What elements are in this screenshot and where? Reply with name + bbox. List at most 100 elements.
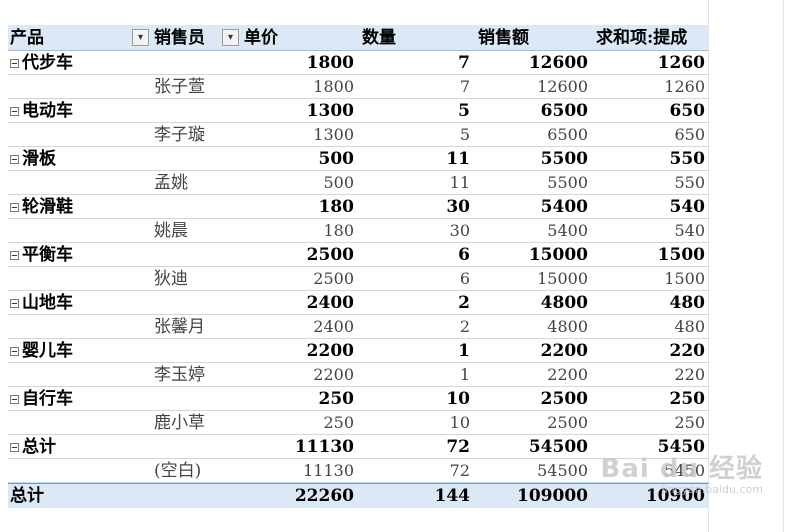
baidu-watermark: Bai du 经验 jingyan.baidu.com bbox=[601, 448, 764, 496]
header-sales[interactable]: 销售额 bbox=[478, 25, 558, 51]
product-name: 电动车 bbox=[22, 101, 73, 121]
qty-cell: 6 bbox=[459, 269, 470, 288]
seller-detail-row[interactable]: 孟姚 500 11 5500 550 bbox=[8, 171, 709, 195]
qty-cell: 30 bbox=[449, 221, 470, 240]
sales-cell: 5500 bbox=[540, 149, 588, 169]
header-qty[interactable]: 数量 bbox=[362, 25, 422, 51]
collapse-icon[interactable] bbox=[10, 443, 19, 452]
price-cell: 2500 bbox=[306, 245, 354, 265]
product-cell[interactable]: 自行车 bbox=[10, 387, 160, 411]
sales-cell: 15000 bbox=[528, 245, 588, 265]
collapse-icon[interactable] bbox=[10, 59, 19, 68]
product-group-row[interactable]: 自行车 250 10 2500 250 bbox=[8, 387, 709, 411]
collapse-icon[interactable] bbox=[10, 107, 19, 116]
seller-detail-row[interactable]: 李玉婷 2200 1 2200 220 bbox=[8, 363, 709, 387]
collapse-icon[interactable] bbox=[10, 347, 19, 356]
commission-cell: 1260 bbox=[664, 77, 705, 96]
qty-cell: 5 bbox=[459, 125, 470, 144]
sales-cell: 5400 bbox=[547, 221, 588, 240]
seller-cell: 孟姚 bbox=[154, 173, 188, 193]
sales-cell: 12600 bbox=[537, 77, 588, 96]
sales-cell: 5400 bbox=[540, 197, 588, 217]
seller-detail-row[interactable]: 张子萱 1800 7 12600 1260 bbox=[8, 75, 709, 99]
commission-cell: 540 bbox=[674, 221, 705, 240]
collapse-icon[interactable] bbox=[10, 395, 19, 404]
seller-cell: (空白) bbox=[154, 461, 202, 481]
price-cell: 2500 bbox=[313, 269, 354, 288]
qty-cell: 10 bbox=[446, 389, 470, 409]
grand-total-sales: 109000 bbox=[517, 486, 588, 506]
sales-cell: 6500 bbox=[540, 101, 588, 121]
sales-cell: 5500 bbox=[547, 173, 588, 192]
price-cell: 500 bbox=[318, 149, 355, 169]
qty-cell: 2 bbox=[459, 317, 470, 336]
commission-cell: 220 bbox=[669, 341, 706, 361]
qty-cell: 11 bbox=[449, 173, 470, 192]
product-group-row[interactable]: 滑板 500 11 5500 550 bbox=[8, 147, 709, 171]
product-cell[interactable]: 平衡车 bbox=[10, 243, 160, 267]
header-commission[interactable]: 求和项:提成 bbox=[596, 25, 709, 51]
seller-cell: 李子璇 bbox=[154, 125, 205, 145]
sales-cell: 2200 bbox=[547, 365, 588, 384]
qty-cell: 11 bbox=[446, 149, 470, 169]
qty-cell: 72 bbox=[449, 461, 470, 480]
product-group-row[interactable]: 山地车 2400 2 4800 480 bbox=[8, 291, 709, 315]
price-cell: 1800 bbox=[313, 77, 354, 96]
product-cell[interactable]: 滑板 bbox=[10, 147, 160, 171]
product-cell[interactable]: 山地车 bbox=[10, 291, 160, 315]
header-price[interactable]: 单价 bbox=[244, 25, 304, 51]
commission-cell: 480 bbox=[669, 293, 706, 313]
commission-cell: 250 bbox=[669, 389, 706, 409]
product-group-row[interactable]: 平衡车 2500 6 15000 1500 bbox=[8, 243, 709, 267]
product-cell[interactable]: 总计 bbox=[10, 435, 160, 459]
collapse-icon[interactable] bbox=[10, 203, 19, 212]
sales-cell: 2500 bbox=[540, 389, 588, 409]
qty-cell: 1 bbox=[458, 341, 470, 361]
watermark-brand: Bai du 经验 bbox=[600, 454, 763, 484]
qty-cell: 5 bbox=[458, 101, 470, 121]
sales-cell: 4800 bbox=[547, 317, 588, 336]
price-cell: 250 bbox=[323, 413, 354, 432]
product-name: 轮滑鞋 bbox=[22, 197, 73, 217]
price-cell: 250 bbox=[318, 389, 355, 409]
product-cell[interactable]: 电动车 bbox=[10, 99, 160, 123]
collapse-icon[interactable] bbox=[10, 155, 19, 164]
product-name: 婴儿车 bbox=[22, 341, 73, 361]
collapse-icon[interactable] bbox=[10, 251, 19, 260]
seller-detail-row[interactable]: 狄迪 2500 6 15000 1500 bbox=[8, 267, 709, 291]
product-cell[interactable]: 代步车 bbox=[10, 51, 160, 75]
sales-cell: 4800 bbox=[540, 293, 588, 313]
pivot-header-row: 产品 ▾ 销售员 ▾ 单价 数量 销售额 求和项:提成 bbox=[8, 25, 709, 51]
price-cell: 1800 bbox=[306, 53, 354, 73]
collapse-icon[interactable] bbox=[10, 299, 19, 308]
seller-detail-row[interactable]: 张馨月 2400 2 4800 480 bbox=[8, 315, 709, 339]
commission-cell: 1500 bbox=[664, 269, 705, 288]
seller-detail-row[interactable]: 鹿小草 250 10 2500 250 bbox=[8, 411, 709, 435]
commission-cell: 550 bbox=[669, 149, 706, 169]
product-cell[interactable]: 婴儿车 bbox=[10, 339, 160, 363]
seller-cell: 姚晨 bbox=[154, 221, 188, 241]
commission-cell: 250 bbox=[674, 413, 705, 432]
commission-cell: 540 bbox=[669, 197, 706, 217]
price-cell: 11130 bbox=[303, 461, 354, 480]
grid-line bbox=[783, 0, 784, 532]
seller-detail-row[interactable]: 李子璇 1300 5 6500 650 bbox=[8, 123, 709, 147]
qty-cell: 2 bbox=[458, 293, 470, 313]
product-group-row[interactable]: 婴儿车 2200 1 2200 220 bbox=[8, 339, 709, 363]
price-cell: 2400 bbox=[306, 293, 354, 313]
product-filter-icon[interactable]: ▾ bbox=[132, 29, 149, 46]
price-cell: 180 bbox=[318, 197, 355, 217]
product-cell[interactable]: 轮滑鞋 bbox=[10, 195, 160, 219]
price-cell: 1300 bbox=[313, 125, 354, 144]
product-group-row[interactable]: 轮滑鞋 180 30 5400 540 bbox=[8, 195, 709, 219]
spreadsheet-area: 产品 ▾ 销售员 ▾ 单价 数量 销售额 求和项:提成 代步车 1800 7 1260… bbox=[0, 0, 805, 532]
qty-cell: 1 bbox=[459, 365, 470, 384]
qty-cell: 30 bbox=[446, 197, 470, 217]
commission-cell: 650 bbox=[669, 101, 706, 121]
product-group-row[interactable]: 电动车 1300 5 6500 650 bbox=[8, 99, 709, 123]
pivot-body: 代步车 1800 7 12600 1260 张子萱 1800 7 12600 1260 电动车 130… bbox=[8, 51, 709, 483]
seller-detail-row[interactable]: 姚晨 180 30 5400 540 bbox=[8, 219, 709, 243]
seller-filter-icon[interactable]: ▾ bbox=[222, 29, 239, 46]
product-group-row[interactable]: 代步车 1800 7 12600 1260 bbox=[8, 51, 709, 75]
qty-cell: 10 bbox=[449, 413, 470, 432]
